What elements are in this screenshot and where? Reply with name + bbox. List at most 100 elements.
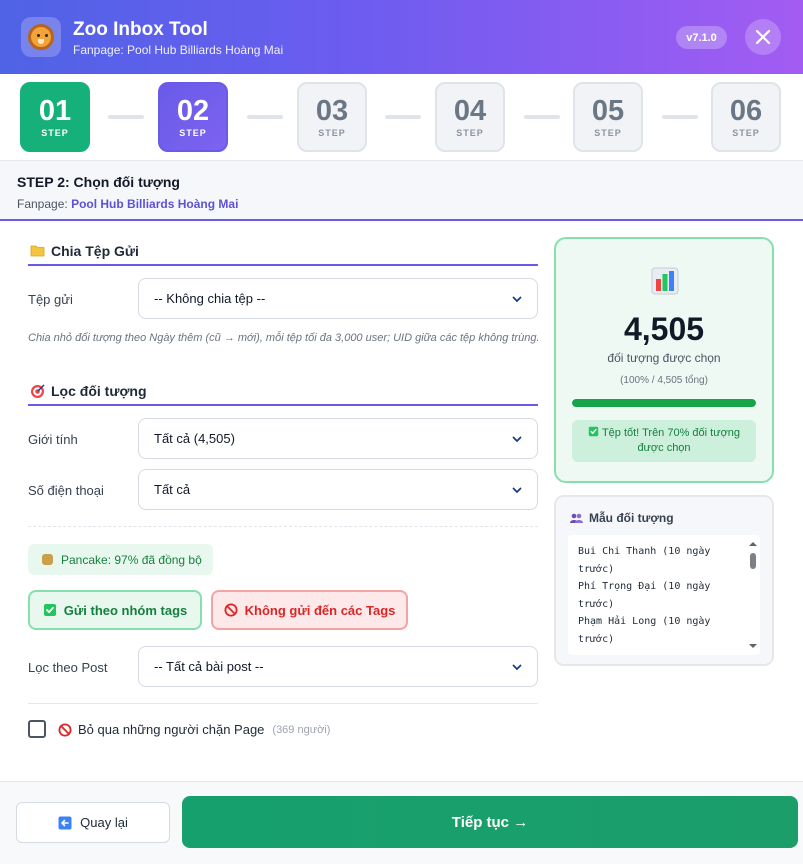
split-hint: Chia nhỏ đối tượng theo Ngày thêm (cũ → … (28, 332, 540, 344)
folder-icon (30, 245, 45, 257)
chevron-down-icon (512, 664, 522, 670)
sample-list-box[interactable]: Bui Chi Thanh (10 ngày trước) Phí Trọng … (568, 535, 760, 655)
step-number: 03 (315, 95, 349, 127)
step-label: STEP (41, 128, 69, 138)
sample-scrollbar[interactable] (746, 535, 760, 655)
scroll-thumb[interactable] (750, 553, 756, 569)
post-select-value: -- Tất cả bài post -- (154, 659, 264, 674)
sync-status-text: Pancake: 97% đã đồng bộ (61, 552, 202, 567)
exclude-tags-label: Không gửi đến các Tags (244, 602, 396, 618)
sample-line: trước) (578, 563, 615, 575)
filter-section-title: Lọc đối tượng (51, 383, 147, 399)
step-number: 02 (176, 95, 210, 127)
scroll-up-icon[interactable] (746, 539, 760, 549)
step-01: 01 STEP (20, 82, 90, 152)
step-02: 02 STEP (158, 82, 228, 152)
skip-blocked-checkbox[interactable] (28, 720, 46, 738)
section-divider (28, 703, 538, 704)
split-section-header: Chia Tệp Gửi (28, 236, 538, 266)
step-number: 06 (729, 95, 763, 127)
continue-button[interactable]: Tiếp tục → (182, 796, 798, 848)
selection-stats-card: 4,505 đối tượng được chọn (100% / 4,505 … (554, 237, 774, 483)
checkbox-checked-icon (43, 603, 57, 617)
sample-line: Phí Trọng Đại (10 ngày (578, 581, 711, 592)
step-indicator: 01 STEP 02 STEP 03 STEP 04 STEP 05 STEP … (0, 74, 803, 160)
exclude-tags-button[interactable]: Không gửi đến các Tags (211, 590, 408, 630)
selected-count: 4,505 (623, 311, 705, 347)
close-button[interactable] (745, 19, 781, 55)
fanpage-prefix: Fanpage: (17, 197, 68, 211)
sync-status-badge: Pancake: 97% đã đồng bộ (28, 544, 213, 575)
sample-line: trước) (578, 598, 615, 610)
chevron-down-icon (512, 296, 522, 302)
post-select[interactable]: -- Tất cả bài post -- (138, 646, 538, 687)
version-badge: v7.1.0 (676, 26, 727, 49)
lion-logo-icon (21, 17, 61, 57)
sample-line: Phạm Hải Long (10 ngày (578, 616, 711, 627)
close-icon (755, 29, 771, 45)
fanpage-line: Fanpage: Pool Hub Billiards Hoàng Mai (17, 197, 238, 211)
chevron-down-icon (512, 436, 522, 442)
app-subtitle: Fanpage: Pool Hub Billiards Hoàng Mai (73, 43, 284, 57)
step-label: STEP (318, 128, 346, 138)
continue-label: Tiếp tục → (451, 813, 529, 831)
scroll-down-icon[interactable] (746, 641, 760, 651)
sync-icon (42, 554, 53, 565)
bar-chart-icon (651, 267, 679, 295)
step-connector (524, 115, 560, 119)
step-number: 04 (453, 95, 487, 127)
section-divider (28, 526, 538, 527)
gender-label: Giới tính (28, 432, 78, 447)
fanpage-name: Pool Hub Billiards Hoàng Mai (71, 197, 239, 211)
selection-note: Tệp tốt! Trên 70% đối tượng được chọn (572, 420, 756, 462)
split-section-title: Chia Tệp Gửi (51, 243, 139, 259)
sample-title: Mẫu đối tượng (570, 511, 674, 525)
file-select[interactable]: -- Không chia tệp -- (138, 278, 538, 319)
skip-blocked-label: Bỏ qua những người chặn Page (369 người) (58, 722, 330, 737)
file-label: Tệp gửi (28, 292, 73, 307)
step-title: STEP 2: Chọn đối tượng (17, 174, 180, 190)
send-by-tags-button[interactable]: Gửi theo nhóm tags (28, 590, 202, 630)
step-label: STEP (456, 128, 484, 138)
step-03: 03 STEP (297, 82, 367, 152)
step-number: 05 (591, 95, 625, 127)
prohibited-icon (224, 603, 238, 617)
step-connector (662, 115, 698, 119)
step-label: STEP (594, 128, 622, 138)
step-06: 06 STEP (711, 82, 781, 152)
sample-line: trước) (578, 633, 615, 645)
back-label: Quay lại (80, 815, 128, 830)
step-05: 05 STEP (573, 82, 643, 152)
step-connector (385, 115, 421, 119)
step-label: STEP (732, 128, 760, 138)
step-connector (247, 115, 283, 119)
post-label: Lọc theo Post (28, 660, 108, 675)
step-connector (108, 115, 144, 119)
selected-percent: (100% / 4,505 tổng) (620, 375, 708, 386)
back-button[interactable]: Quay lại (16, 802, 170, 843)
skip-blocked-count: (369 người) (272, 723, 331, 736)
target-icon (31, 384, 45, 398)
sample-audience-card: Mẫu đối tượng Bui Chi Thanh (10 ngày trư… (554, 495, 774, 666)
app-title: Zoo Inbox Tool (73, 19, 208, 40)
step-label: STEP (179, 128, 207, 138)
phone-select[interactable]: Tất cả (138, 469, 538, 510)
chevron-down-icon (512, 487, 522, 493)
skip-blocked-text: Bỏ qua những người chặn Page (78, 722, 265, 737)
step-04: 04 STEP (435, 82, 505, 152)
arrow-left-icon (58, 816, 72, 830)
step-number: 01 (38, 95, 72, 127)
sample-title-text: Mẫu đối tượng (589, 511, 674, 525)
users-icon (570, 513, 583, 524)
gender-select-value: Tất cả (4,505) (154, 431, 235, 446)
prohibited-icon (58, 723, 72, 737)
checkbox-checked-icon (588, 426, 599, 437)
sample-line: Bui Chi Thanh (10 ngày (578, 546, 711, 557)
send-by-tags-label: Gửi theo nhóm tags (63, 602, 188, 618)
sample-list: Bui Chi Thanh (10 ngày trước) Phí Trọng … (578, 543, 744, 648)
file-select-value: -- Không chia tệp -- (154, 291, 266, 306)
filter-section-header: Lọc đối tượng (28, 376, 538, 406)
gender-select[interactable]: Tất cả (4,505) (138, 418, 538, 459)
phone-select-value: Tất cả (154, 482, 191, 497)
selection-progress-bar (572, 399, 756, 407)
